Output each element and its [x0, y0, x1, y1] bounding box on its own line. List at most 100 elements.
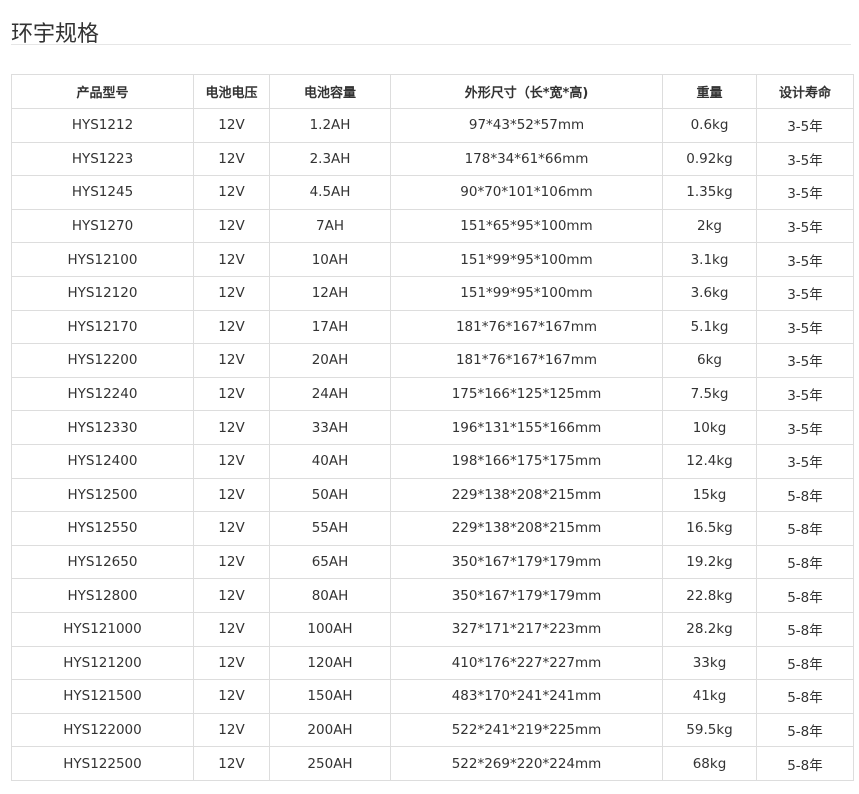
cell-lifespan: 5-8年 [757, 478, 854, 512]
cell-model: HYS12200 [12, 344, 194, 378]
cell-model: HYS12400 [12, 444, 194, 478]
cell-weight: 68kg [663, 747, 757, 781]
cell-capacity: 2.3AH [270, 142, 391, 176]
cell-lifespan: 3-5年 [757, 310, 854, 344]
cell-lifespan: 3-5年 [757, 276, 854, 310]
table-row: HYS124512V4.5AH90*70*101*106mm1.35kg3-5年 [12, 176, 854, 210]
cell-capacity: 4.5AH [270, 176, 391, 210]
cell-lifespan: 3-5年 [757, 411, 854, 445]
cell-dimensions: 410*176*227*227mm [391, 646, 663, 680]
table-row: HYS12200012V200AH522*241*219*225mm59.5kg… [12, 713, 854, 747]
cell-model: HYS12550 [12, 512, 194, 546]
cell-capacity: 65AH [270, 545, 391, 579]
cell-weight: 7.5kg [663, 377, 757, 411]
cell-voltage: 12V [194, 478, 270, 512]
cell-lifespan: 3-5年 [757, 209, 854, 243]
cell-voltage: 12V [194, 243, 270, 277]
cell-voltage: 12V [194, 344, 270, 378]
cell-model: HYS121000 [12, 612, 194, 646]
cell-dimensions: 151*99*95*100mm [391, 243, 663, 277]
cell-lifespan: 3-5年 [757, 344, 854, 378]
cell-dimensions: 196*131*155*166mm [391, 411, 663, 445]
cell-lifespan: 5-8年 [757, 680, 854, 714]
cell-capacity: 55AH [270, 512, 391, 546]
cell-dimensions: 198*166*175*175mm [391, 444, 663, 478]
cell-weight: 5.1kg [663, 310, 757, 344]
cell-capacity: 40AH [270, 444, 391, 478]
cell-lifespan: 5-8年 [757, 579, 854, 613]
header-model: 产品型号 [12, 75, 194, 109]
cell-weight: 3.6kg [663, 276, 757, 310]
cell-capacity: 50AH [270, 478, 391, 512]
cell-lifespan: 3-5年 [757, 176, 854, 210]
cell-lifespan: 3-5年 [757, 444, 854, 478]
cell-model: HYS1245 [12, 176, 194, 210]
cell-dimensions: 229*138*208*215mm [391, 512, 663, 546]
table-row: HYS1212012V12AH151*99*95*100mm3.6kg3-5年 [12, 276, 854, 310]
header-weight: 重量 [663, 75, 757, 109]
cell-model: HYS122000 [12, 713, 194, 747]
cell-dimensions: 350*167*179*179mm [391, 545, 663, 579]
cell-dimensions: 522*269*220*224mm [391, 747, 663, 781]
cell-dimensions: 483*170*241*241mm [391, 680, 663, 714]
cell-weight: 15kg [663, 478, 757, 512]
cell-capacity: 120AH [270, 646, 391, 680]
table-row: HYS1217012V17AH181*76*167*167mm5.1kg3-5年 [12, 310, 854, 344]
cell-voltage: 12V [194, 377, 270, 411]
cell-dimensions: 151*65*95*100mm [391, 209, 663, 243]
cell-capacity: 33AH [270, 411, 391, 445]
cell-capacity: 80AH [270, 579, 391, 613]
cell-model: HYS1223 [12, 142, 194, 176]
cell-voltage: 12V [194, 310, 270, 344]
cell-voltage: 12V [194, 176, 270, 210]
cell-capacity: 250AH [270, 747, 391, 781]
cell-voltage: 12V [194, 646, 270, 680]
cell-voltage: 12V [194, 444, 270, 478]
cell-dimensions: 350*167*179*179mm [391, 579, 663, 613]
header-lifespan: 设计寿命 [757, 75, 854, 109]
cell-voltage: 12V [194, 545, 270, 579]
table-row: HYS1220012V20AH181*76*167*167mm6kg3-5年 [12, 344, 854, 378]
cell-dimensions: 151*99*95*100mm [391, 276, 663, 310]
cell-lifespan: 5-8年 [757, 512, 854, 546]
cell-lifespan: 3-5年 [757, 243, 854, 277]
cell-model: HYS121500 [12, 680, 194, 714]
cell-capacity: 24AH [270, 377, 391, 411]
cell-voltage: 12V [194, 747, 270, 781]
table-row: HYS12150012V150AH483*170*241*241mm41kg5-… [12, 680, 854, 714]
cell-capacity: 1.2AH [270, 109, 391, 143]
cell-voltage: 12V [194, 680, 270, 714]
cell-model: HYS12240 [12, 377, 194, 411]
table-row: HYS1250012V50AH229*138*208*215mm15kg5-8年 [12, 478, 854, 512]
cell-weight: 6kg [663, 344, 757, 378]
title-divider [11, 44, 851, 45]
cell-lifespan: 5-8年 [757, 646, 854, 680]
spec-table: 产品型号 电池电压 电池容量 外形尺寸（长*宽*高) 重量 设计寿命 HYS12… [11, 74, 854, 781]
cell-dimensions: 175*166*125*125mm [391, 377, 663, 411]
cell-model: HYS12650 [12, 545, 194, 579]
cell-weight: 41kg [663, 680, 757, 714]
table-row: HYS12100012V100AH327*171*217*223mm28.2kg… [12, 612, 854, 646]
table-row: HYS127012V7AH151*65*95*100mm2kg3-5年 [12, 209, 854, 243]
cell-voltage: 12V [194, 579, 270, 613]
table-row: HYS1210012V10AH151*99*95*100mm3.1kg3-5年 [12, 243, 854, 277]
cell-lifespan: 5-8年 [757, 545, 854, 579]
cell-dimensions: 181*76*167*167mm [391, 344, 663, 378]
cell-weight: 12.4kg [663, 444, 757, 478]
cell-weight: 59.5kg [663, 713, 757, 747]
table-row: HYS122312V2.3AH178*34*61*66mm0.92kg3-5年 [12, 142, 854, 176]
header-dimensions: 外形尺寸（长*宽*高) [391, 75, 663, 109]
cell-voltage: 12V [194, 276, 270, 310]
cell-dimensions: 522*241*219*225mm [391, 713, 663, 747]
cell-dimensions: 229*138*208*215mm [391, 478, 663, 512]
cell-lifespan: 5-8年 [757, 612, 854, 646]
page-title: 环宇规格 [11, 20, 99, 50]
cell-voltage: 12V [194, 411, 270, 445]
cell-weight: 33kg [663, 646, 757, 680]
cell-lifespan: 3-5年 [757, 142, 854, 176]
cell-model: HYS1270 [12, 209, 194, 243]
cell-model: HYS12170 [12, 310, 194, 344]
cell-voltage: 12V [194, 109, 270, 143]
cell-capacity: 150AH [270, 680, 391, 714]
table-row: HYS1255012V55AH229*138*208*215mm16.5kg5-… [12, 512, 854, 546]
